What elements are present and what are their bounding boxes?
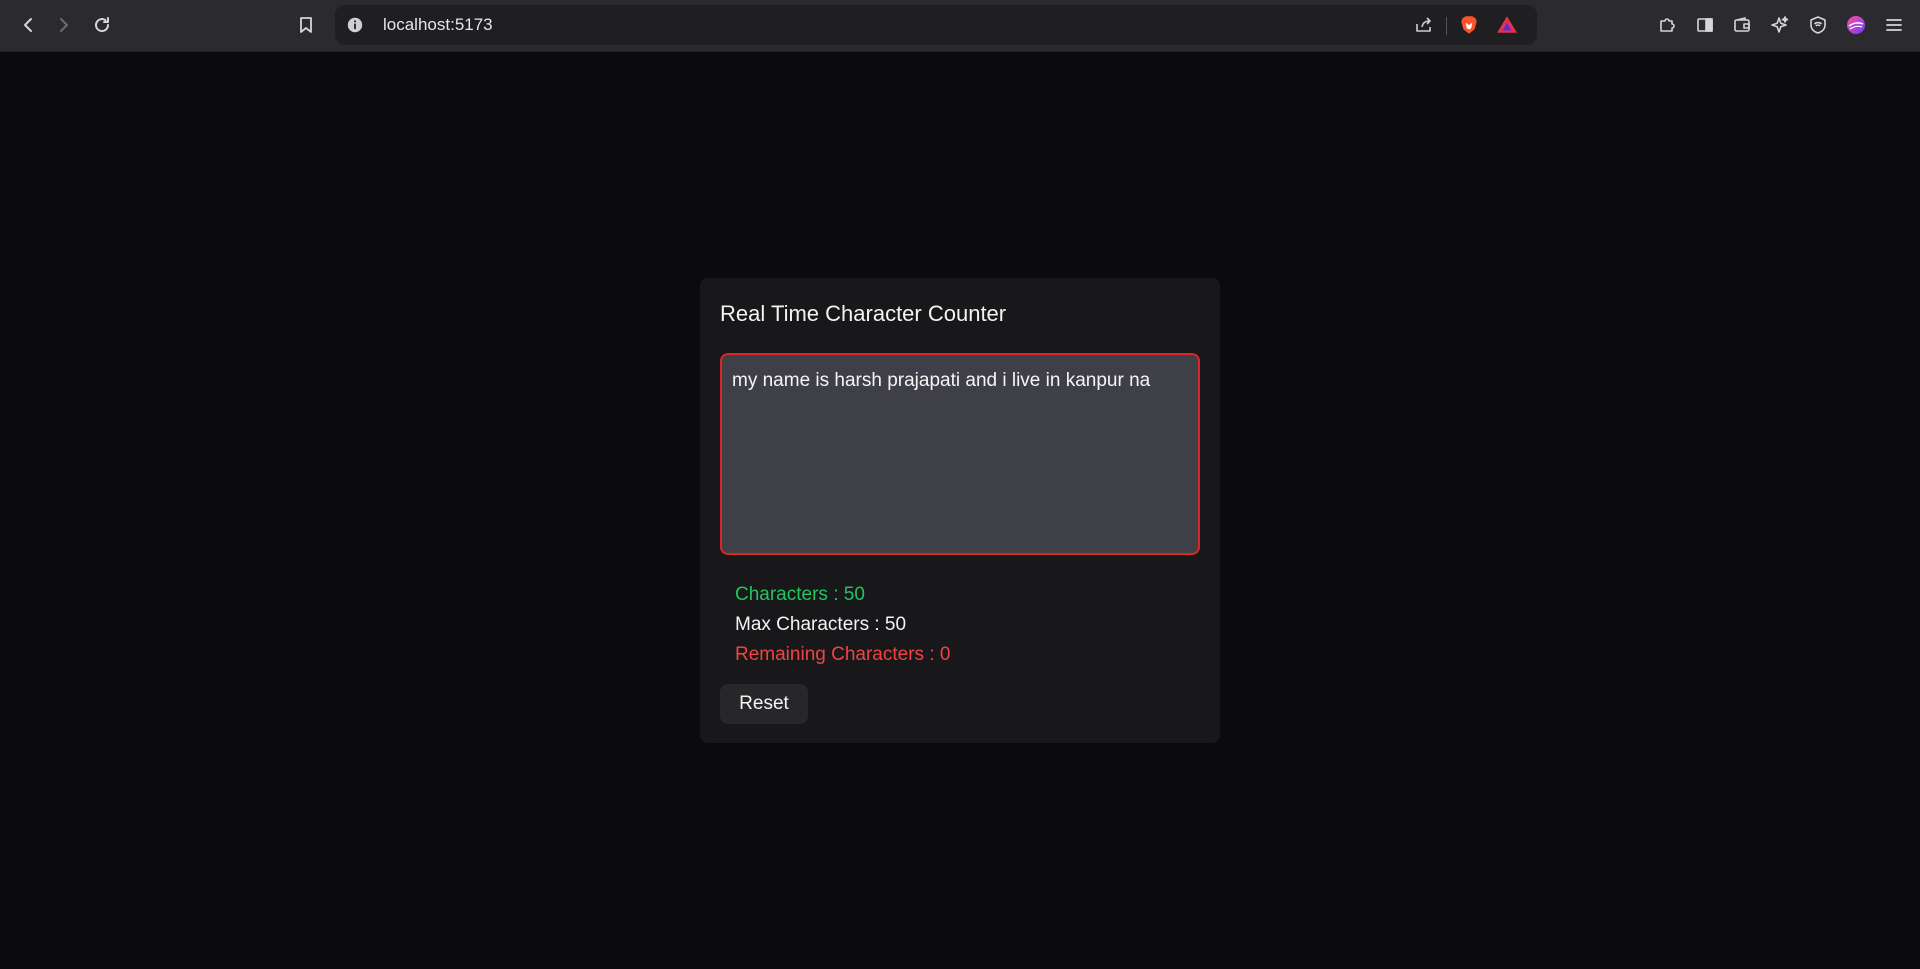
max-characters: Max Characters : 50 — [735, 614, 907, 635]
bookmark-icon[interactable] — [291, 10, 321, 40]
reset-button[interactable]: Reset — [720, 684, 808, 724]
character-counter-card: Real Time Character Counter Characters :… — [700, 278, 1220, 743]
forward-icon[interactable] — [49, 10, 79, 40]
vpn-icon[interactable] — [1803, 10, 1833, 40]
site-info-icon[interactable] — [345, 15, 365, 35]
leo-ai-icon[interactable] — [1765, 10, 1795, 40]
remaining-characters: Remaining Characters : 0 — [735, 644, 951, 665]
extensions-icon[interactable] — [1652, 10, 1682, 40]
menu-icon[interactable] — [1879, 10, 1909, 40]
profile-avatar[interactable] — [1841, 10, 1871, 40]
share-icon[interactable] — [1413, 14, 1435, 36]
browser-toolbar: localhost:5173 — [0, 0, 1920, 52]
divider — [1446, 17, 1447, 35]
page-title: Real Time Character Counter — [720, 301, 1007, 326]
characters-count: Characters : 50 — [735, 584, 865, 605]
address-bar[interactable]: localhost:5173 — [335, 5, 1537, 45]
text-input[interactable] — [720, 353, 1200, 555]
sidebar-icon[interactable] — [1690, 10, 1720, 40]
brave-rewards-icon[interactable] — [1496, 14, 1518, 36]
reload-icon[interactable] — [87, 10, 117, 40]
url-text[interactable]: localhost:5173 — [383, 15, 493, 35]
back-icon[interactable] — [13, 10, 43, 40]
wallet-icon[interactable] — [1727, 10, 1757, 40]
brave-shields-icon[interactable] — [1458, 14, 1480, 36]
